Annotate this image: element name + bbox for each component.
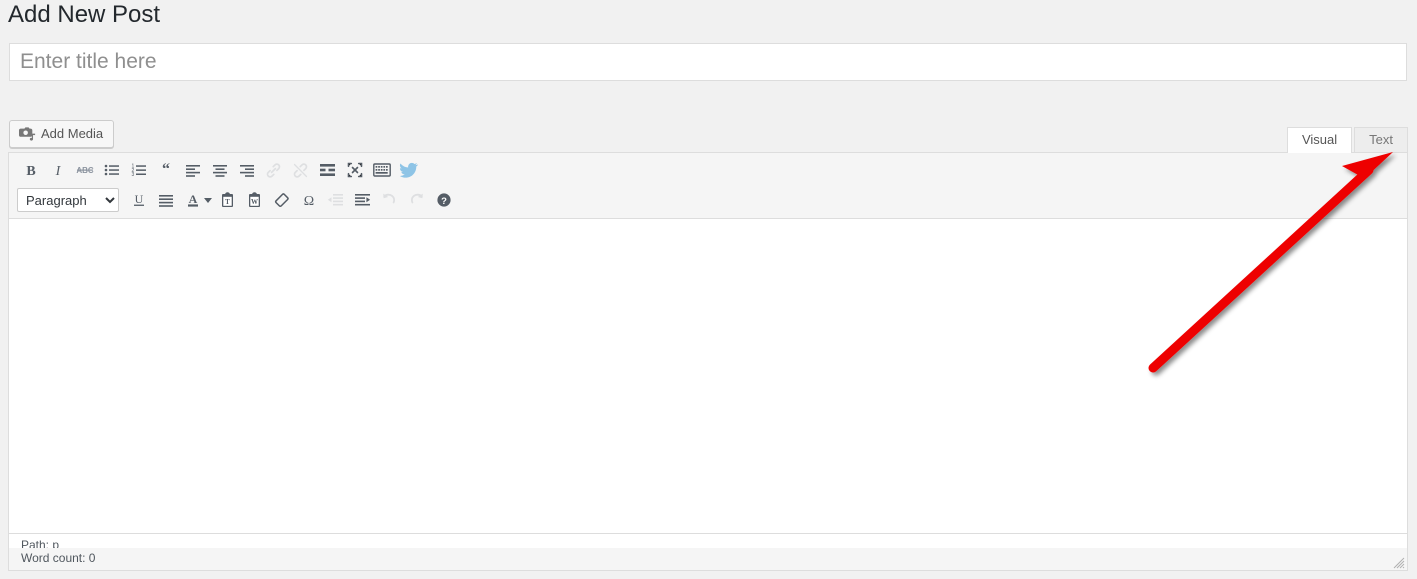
toolbar-row-2: ParagraphHeading 1Heading 2Heading 3Head… xyxy=(9,185,1407,215)
post-content-editor[interactable] xyxy=(9,219,1407,533)
page-title: Add New Post xyxy=(8,1,161,28)
editor-container: B I ABC 1 2 3 “ Paragraph U A T W Ω ? Pa… xyxy=(8,152,1408,556)
outdent-icon[interactable] xyxy=(322,187,349,213)
tab-visual[interactable]: Visual xyxy=(1286,127,1353,153)
twitter-bird-icon[interactable] xyxy=(395,157,422,183)
unlink-icon[interactable] xyxy=(287,157,314,183)
text-color-caret-icon[interactable] xyxy=(204,197,212,203)
fullscreen-icon[interactable] xyxy=(341,157,368,183)
editor-resize-handle[interactable] xyxy=(1389,553,1405,569)
undo-icon[interactable] xyxy=(376,187,403,213)
word-count-label: Word count: 0 xyxy=(21,551,96,565)
redo-icon[interactable] xyxy=(403,187,430,213)
special-character-icon[interactable]: Ω xyxy=(295,187,322,213)
kitchen-sink-icon[interactable] xyxy=(368,157,395,183)
align-right-icon[interactable] xyxy=(233,157,260,183)
add-new-post-screen: Add New Post Add Media Visual Text xyxy=(0,0,1417,579)
svg-text:I: I xyxy=(54,164,61,178)
underline-icon[interactable]: U xyxy=(125,187,152,213)
align-center-icon[interactable] xyxy=(206,157,233,183)
svg-text:W: W xyxy=(251,198,258,206)
svg-text:T: T xyxy=(225,198,230,206)
paragraph-format-select[interactable]: ParagraphHeading 1Heading 2Heading 3Head… xyxy=(17,188,119,212)
bold-icon[interactable]: B xyxy=(17,157,44,183)
tab-text[interactable]: Text xyxy=(1354,127,1408,153)
toolbar-row-1: B I ABC 1 2 3 “ xyxy=(9,155,1407,185)
indent-icon[interactable] xyxy=(349,187,376,213)
svg-text:U: U xyxy=(134,192,143,206)
read-more-icon[interactable] xyxy=(314,157,341,183)
paste-from-word-icon[interactable]: W xyxy=(241,187,268,213)
align-left-icon[interactable] xyxy=(179,157,206,183)
italic-icon[interactable]: I xyxy=(44,157,71,183)
svg-text:3: 3 xyxy=(131,172,134,178)
post-title-field-wrapper xyxy=(9,43,1407,81)
blockquote-icon[interactable]: “ xyxy=(152,157,179,183)
justify-icon[interactable] xyxy=(152,187,179,213)
word-count-status: Word count: 0 xyxy=(8,548,1408,571)
media-camera-icon xyxy=(18,125,36,143)
editor-toolbar: B I ABC 1 2 3 “ Paragraph U A T W Ω ? xyxy=(9,153,1407,219)
svg-text:A: A xyxy=(188,192,197,206)
add-media-label: Add Media xyxy=(41,126,104,141)
unordered-list-icon[interactable] xyxy=(98,157,125,183)
ordered-list-icon[interactable]: 1 2 3 xyxy=(125,157,152,183)
post-title-input[interactable] xyxy=(10,44,1406,80)
strikethrough-icon[interactable]: ABC xyxy=(71,157,98,183)
remove-formatting-icon[interactable] xyxy=(268,187,295,213)
svg-text:Ω: Ω xyxy=(303,194,313,208)
help-icon[interactable]: ? xyxy=(430,187,457,213)
svg-text:“: “ xyxy=(162,162,170,178)
insert-link-icon[interactable] xyxy=(260,157,287,183)
paste-as-text-icon[interactable]: T xyxy=(214,187,241,213)
media-buttons-row: Add Media xyxy=(9,120,1407,150)
svg-text:?: ? xyxy=(441,196,447,207)
editor-mode-tabs: Visual Text xyxy=(1286,126,1408,153)
text-color-icon[interactable]: A xyxy=(179,187,206,213)
add-media-button[interactable]: Add Media xyxy=(9,120,115,148)
svg-text:B: B xyxy=(26,164,35,178)
